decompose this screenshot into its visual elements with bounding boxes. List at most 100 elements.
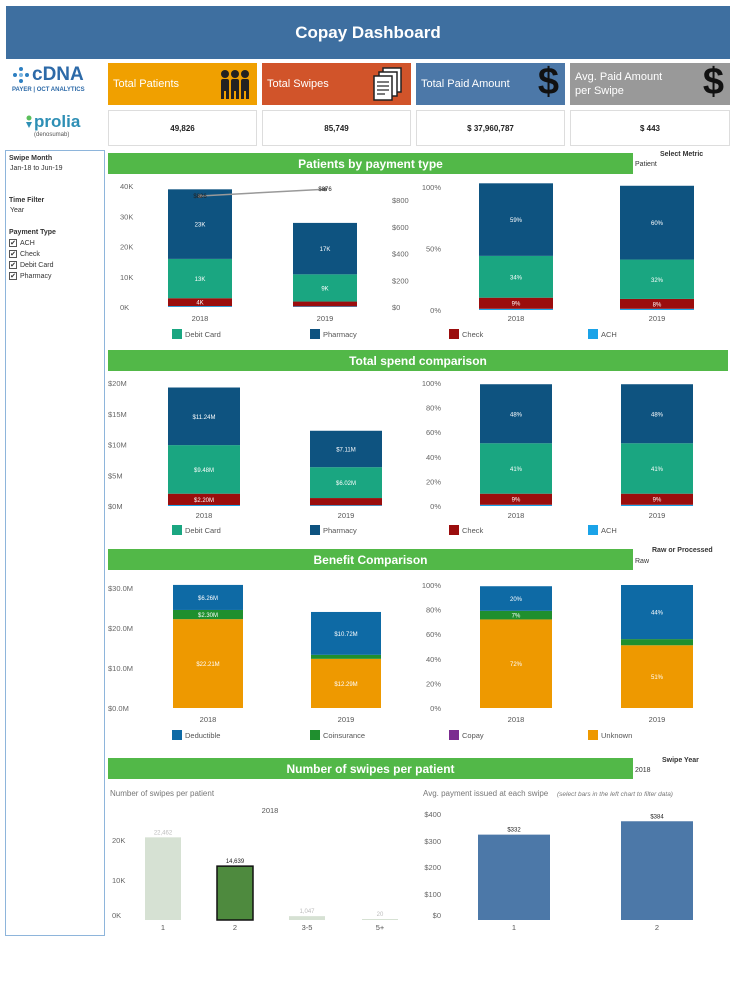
data-label: 9K (321, 286, 328, 292)
data-label: 8% (653, 302, 662, 308)
x-tick-label: 2018 (200, 715, 217, 724)
y2-tick-label: $400 (392, 250, 409, 259)
legend-label: Pharmacy (323, 526, 357, 535)
x-tick-label: 5+ (376, 923, 385, 932)
y-tick-label: 0% (430, 306, 441, 315)
y-tick-label: $400 (424, 810, 441, 819)
data-label: 1,047 (299, 909, 315, 915)
x-tick-label: 2019 (649, 511, 666, 520)
y2-tick-label: $200 (392, 276, 409, 285)
y-tick-label: 30K (120, 212, 133, 221)
x-tick-label: 2019 (338, 715, 355, 724)
legend-label: ACH (601, 526, 617, 535)
y-tick-label: 10K (112, 876, 125, 885)
data-label: $10.72M (334, 632, 357, 638)
avg-label: $826 (193, 194, 207, 200)
data-label: 41% (651, 467, 664, 473)
x-tick-label: 2 (655, 923, 659, 932)
chart-title: Avg. payment issued at each swipe (423, 789, 549, 798)
data-label: 9% (512, 302, 521, 308)
y-tick-label: $5M (108, 471, 123, 480)
legend-label: Debit Card (185, 526, 221, 535)
y-tick-label: 0K (120, 303, 129, 312)
charts-canvas: 40K30K20K10K0K 4K13K23K20189K17K2019$800$… (108, 182, 694, 932)
data-label: $22.21M (196, 662, 219, 668)
data-label: 14,639 (226, 859, 245, 865)
x-tick-label: 2018 (192, 314, 209, 323)
bar-segment (168, 504, 240, 506)
x-tick-label: 2019 (338, 511, 355, 520)
legend-swatch (172, 525, 182, 535)
y-tick-label: 20K (120, 243, 133, 252)
x-tick-label: 2019 (317, 314, 334, 323)
data-label: 20% (510, 597, 523, 603)
legend-label: Coinsurance (323, 731, 365, 740)
legend-label: Check (462, 526, 484, 535)
data-label: 32% (651, 278, 664, 284)
data-label: 23K (195, 223, 206, 229)
avg-payment-bar (621, 821, 693, 920)
data-label: $6.26M (198, 596, 218, 602)
bar-segment (293, 306, 357, 307)
x-tick-label: 2018 (508, 511, 525, 520)
legend-swatch (172, 329, 182, 339)
bar-segment (310, 505, 382, 506)
chart-note: (select bars in the left chart to filter… (557, 791, 673, 798)
y-tick-label: $0M (108, 502, 123, 511)
y-tick-label: 60% (426, 428, 441, 437)
x-tick-label: 3-5 (302, 923, 313, 932)
y-tick-label: $10.0M (108, 664, 133, 673)
y-tick-label: 20K (112, 836, 125, 845)
data-label: $2.20M (194, 498, 214, 504)
data-label: 51% (651, 675, 664, 681)
chart-title: Number of swipes per patient (110, 789, 215, 798)
data-label: 72% (510, 662, 523, 668)
y-tick-label: $20.0M (108, 624, 133, 633)
data-label: 7% (512, 614, 521, 620)
y2-tick-label: $600 (392, 223, 409, 232)
avg-payment-bar (478, 834, 550, 920)
data-label: 4K (196, 301, 203, 307)
legend-label: Unknown (601, 731, 632, 740)
data-label: 41% (510, 467, 523, 473)
y-tick-label: 80% (426, 404, 441, 413)
legend-swatch (588, 730, 598, 740)
data-label: 48% (651, 412, 664, 418)
data-label: 48% (510, 412, 523, 418)
y-tick-label: 100% (422, 183, 442, 192)
x-tick-label: 1 (161, 923, 165, 932)
data-label: $2.30M (198, 613, 218, 619)
bar-segment (293, 301, 357, 307)
bar-segment (620, 308, 694, 310)
legend-swatch (449, 329, 459, 339)
avg-label: $876 (318, 187, 332, 193)
data-label: 59% (510, 218, 523, 224)
legend-swatch (310, 730, 320, 740)
y-tick-label: 100% (422, 379, 442, 388)
y-tick-label: $300 (424, 837, 441, 846)
legend-swatch (310, 329, 320, 339)
bar-segment (310, 498, 382, 506)
x-tick-label: 2018 (508, 715, 525, 724)
legend-label: Pharmacy (323, 330, 357, 339)
x-tick-label: 2018 (508, 314, 525, 323)
data-label: 9% (653, 498, 662, 504)
data-label: $11.24M (193, 415, 216, 421)
data-label: 20 (377, 912, 384, 918)
data-label: $6.02M (336, 481, 356, 487)
swipes-bar (145, 837, 181, 920)
x-tick-label: 2 (233, 923, 237, 932)
y-tick-label: $15M (108, 410, 127, 419)
legend-swatch (449, 525, 459, 535)
data-label: 9% (512, 498, 521, 504)
data-label: 13K (195, 277, 206, 283)
y2-tick-label: $0 (392, 303, 400, 312)
bar-segment (479, 308, 553, 310)
y-tick-label: 0% (430, 704, 441, 713)
y-tick-label: $30.0M (108, 584, 133, 593)
data-label: $7.11M (336, 447, 356, 453)
swipes-bar (289, 916, 325, 920)
y-tick-label: 20% (426, 477, 441, 486)
y-tick-label: 40% (426, 655, 441, 664)
y-tick-label: 40% (426, 453, 441, 462)
